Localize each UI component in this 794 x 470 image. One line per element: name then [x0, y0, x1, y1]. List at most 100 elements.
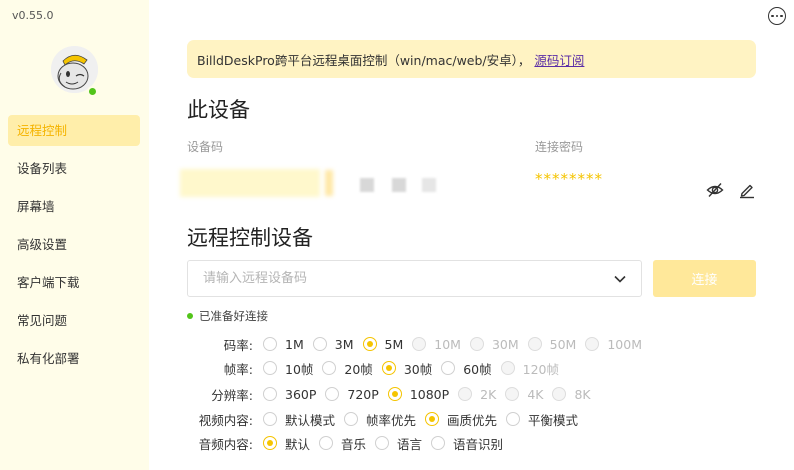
sidebar-item-client-download[interactable]: 客户端下载 — [8, 267, 140, 298]
video-content-option[interactable]: 平衡模式 — [506, 410, 578, 429]
sidebar-item-faq[interactable]: 常见问题 — [8, 305, 140, 336]
framerate-option[interactable]: 120帧 — [500, 359, 559, 378]
framerate-option-label: 20帧 — [344, 361, 373, 377]
bitrate-option-label: 5M — [384, 336, 404, 352]
connect-button[interactable]: 连接 — [653, 260, 756, 297]
radio-icon[interactable] — [552, 387, 567, 401]
bitrate-option-label: 30M — [491, 336, 519, 352]
sidebar: v0.55.0 远程控制 设备列表 屏幕墙 高级设置 客户端下载 常见问题 私有… — [0, 0, 149, 470]
framerate-option-label: 120帧 — [522, 361, 559, 377]
bitrate-row: 码率: 1M 3M 5M 10M 30M 50M 100M — [180, 334, 651, 354]
radio-icon[interactable] — [375, 436, 390, 450]
audio-content-option-label: 音乐 — [341, 436, 367, 452]
radio-icon[interactable] — [458, 387, 473, 401]
radio-icon[interactable] — [505, 387, 520, 401]
framerate-row: 帧率: 10帧 20帧 30帧 60帧 120帧 — [180, 358, 568, 378]
audio-content-row: 音频内容: 默认 音乐 语言 语音识别 — [180, 433, 512, 453]
notice-banner: BilldDeskPro跨平台远程桌面控制（win/mac/web/安卓）， 源… — [187, 40, 756, 78]
bitrate-option[interactable]: 5M — [362, 336, 404, 352]
bitrate-label: 码率: — [223, 337, 253, 353]
more-icon[interactable] — [768, 7, 786, 25]
audio-content-option-label: 语音识别 — [453, 436, 504, 452]
framerate-option[interactable]: 30帧 — [381, 359, 433, 378]
framerate-option-label: 60帧 — [463, 361, 492, 377]
video-content-option-label: 平衡模式 — [528, 412, 579, 428]
status-dot — [187, 313, 193, 319]
remote-code-select[interactable] — [187, 260, 642, 297]
bitrate-option[interactable]: 3M — [312, 336, 354, 352]
this-device-title: 此设备 — [187, 98, 250, 122]
resolution-option[interactable]: 360P — [263, 387, 316, 402]
resolution-option-label: 1080P — [409, 386, 450, 402]
radio-icon[interactable] — [412, 337, 427, 351]
radio-icon[interactable] — [263, 361, 277, 375]
status-text: 已准备好连接 — [199, 309, 268, 323]
audio-content-option[interactable]: 音乐 — [319, 434, 366, 453]
sidebar-item-private-deploy[interactable]: 私有化部署 — [8, 343, 140, 374]
device-code-label: 设备码 — [187, 140, 224, 154]
radio-icon[interactable] — [344, 412, 359, 426]
resolution-option-label: 720P — [347, 386, 379, 402]
connection-status: 已准备好连接 — [187, 308, 268, 324]
radio-icon[interactable] — [527, 337, 542, 351]
video-content-option[interactable]: 画质优先 — [425, 410, 497, 429]
radio-icon[interactable] — [263, 436, 277, 450]
audio-content-option-label: 默认 — [285, 436, 311, 452]
resolution-option[interactable]: 8K — [552, 387, 591, 402]
framerate-option-label: 10帧 — [285, 361, 314, 377]
radio-icon[interactable] — [506, 412, 521, 426]
framerate-label: 帧率: — [223, 361, 253, 377]
bitrate-option[interactable]: 50M — [527, 337, 576, 352]
bitrate-option-label: 100M — [607, 336, 643, 352]
edit-icon[interactable] — [738, 181, 756, 199]
resolution-option[interactable]: 4K — [505, 387, 543, 402]
radio-icon[interactable] — [319, 436, 334, 450]
remote-control-title: 远程控制设备 — [187, 226, 313, 250]
radio-icon[interactable] — [441, 361, 456, 375]
radio-icon[interactable] — [263, 387, 277, 401]
radio-icon[interactable] — [469, 337, 484, 351]
bitrate-option[interactable]: 10M — [412, 337, 461, 352]
radio-icon[interactable] — [325, 387, 340, 401]
framerate-option[interactable]: 20帧 — [322, 359, 373, 378]
video-content-option[interactable]: 帧率优先 — [344, 410, 416, 429]
radio-icon[interactable] — [387, 387, 402, 401]
framerate-option[interactable]: 10帧 — [263, 359, 313, 378]
radio-icon[interactable] — [585, 337, 600, 351]
sidebar-item-screen-wall[interactable]: 屏幕墙 — [8, 191, 140, 222]
eye-off-icon[interactable] — [706, 181, 724, 199]
remote-code-input[interactable] — [188, 261, 608, 296]
sidebar-item-device-list[interactable]: 设备列表 — [8, 153, 140, 184]
radio-icon[interactable] — [312, 337, 327, 351]
radio-icon[interactable] — [263, 337, 277, 351]
sidebar-item-remote-control[interactable]: 远程控制 — [8, 115, 140, 146]
framerate-option[interactable]: 60帧 — [441, 359, 492, 378]
audio-content-option[interactable]: 语音识别 — [431, 434, 503, 453]
bitrate-option-label: 3M — [334, 336, 354, 352]
bitrate-option-label: 10M — [434, 336, 461, 352]
sidebar-item-advanced-settings[interactable]: 高级设置 — [8, 229, 140, 260]
radio-icon[interactable] — [431, 436, 446, 450]
resolution-option[interactable]: 1080P — [387, 386, 450, 402]
resolution-option-label: 360P — [285, 386, 317, 402]
audio-content-option[interactable]: 语言 — [375, 434, 422, 453]
radio-icon[interactable] — [425, 412, 440, 426]
resolution-option[interactable]: 2K — [458, 387, 496, 402]
video-content-option[interactable]: 默认模式 — [263, 410, 335, 429]
radio-icon[interactable] — [322, 361, 337, 375]
audio-content-option[interactable]: 默认 — [263, 434, 310, 453]
radio-icon[interactable] — [500, 361, 515, 375]
online-status-dot — [87, 86, 98, 97]
framerate-option-label: 30帧 — [403, 361, 433, 377]
radio-icon[interactable] — [381, 361, 396, 375]
bitrate-option[interactable]: 30M — [469, 336, 519, 352]
bitrate-option-label: 1M — [285, 336, 304, 352]
chevron-down-icon[interactable] — [613, 272, 627, 290]
bitrate-option[interactable]: 1M — [263, 337, 304, 352]
radio-icon[interactable] — [263, 412, 277, 426]
bitrate-option[interactable]: 100M — [585, 337, 642, 352]
source-subscribe-link[interactable]: 源码订阅 — [534, 50, 584, 69]
audio-content-option-label: 语言 — [397, 436, 423, 452]
resolution-option[interactable]: 720P — [325, 386, 379, 402]
radio-icon[interactable] — [362, 337, 377, 351]
